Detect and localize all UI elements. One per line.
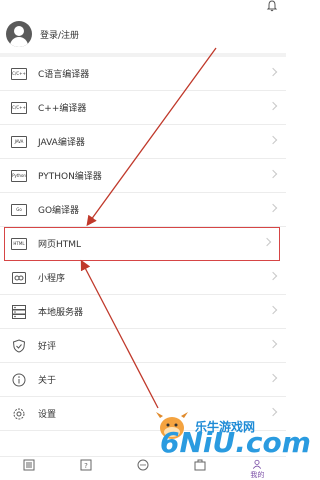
nav-item-mine[interactable]: 我的 bbox=[229, 457, 286, 480]
chevron-right-icon bbox=[268, 203, 278, 213]
menu-item-local-server[interactable]: 本地服务器 bbox=[0, 295, 286, 329]
nav-item-chat[interactable] bbox=[114, 457, 171, 480]
menu-item-python-compiler[interactable]: Python PYTHON编译器 bbox=[0, 159, 286, 193]
svg-text:?: ? bbox=[84, 462, 88, 470]
bell-icon[interactable] bbox=[266, 0, 278, 12]
menu-item-label: PYTHON编译器 bbox=[38, 172, 102, 182]
html-code-icon: HTML bbox=[11, 237, 27, 250]
menu-item-label: GO编译器 bbox=[38, 206, 80, 216]
server-icon bbox=[12, 304, 26, 319]
chevron-right-icon bbox=[268, 373, 278, 383]
chevron-right-icon bbox=[268, 271, 278, 281]
menu-item-label: 小程序 bbox=[38, 274, 66, 284]
menu-item-label: 好评 bbox=[38, 342, 57, 352]
chevron-right-icon bbox=[268, 135, 278, 145]
menu-item-label: C语言编译器 bbox=[38, 70, 90, 80]
chevron-right-icon bbox=[268, 339, 278, 349]
menu-item-cpp-compiler[interactable]: C/C++ C++编译器 bbox=[0, 91, 286, 125]
menu-item-about[interactable]: 关于 bbox=[0, 363, 286, 397]
menu-item-go-compiler[interactable]: Go GO编译器 bbox=[0, 193, 286, 227]
chevron-right-icon bbox=[268, 101, 278, 111]
menu-item-rate[interactable]: 好评 bbox=[0, 329, 286, 363]
briefcase-icon bbox=[194, 459, 206, 471]
menu-item-mini-program[interactable]: 小程序 bbox=[0, 261, 286, 295]
settings-menu: C/C++ C语言编译器 C/C++ C++编译器 JAVA JAVA编译器 P… bbox=[0, 57, 286, 431]
link-icon bbox=[12, 271, 26, 284]
bottom-nav: ? 我的 bbox=[0, 456, 286, 480]
python-code-icon: Python bbox=[11, 169, 27, 182]
chevron-right-icon bbox=[268, 305, 278, 315]
go-code-icon: Go bbox=[11, 203, 27, 216]
help-icon: ? bbox=[80, 459, 92, 471]
user-login-row[interactable]: 登录/注册 bbox=[0, 16, 286, 52]
chevron-right-icon bbox=[268, 169, 278, 179]
menu-item-html[interactable]: HTML 网页HTML bbox=[4, 227, 280, 261]
status-bar bbox=[0, 0, 286, 14]
menu-item-label: 网页HTML bbox=[38, 240, 82, 250]
info-icon bbox=[12, 373, 26, 386]
gear-icon bbox=[13, 408, 25, 419]
c-code-icon: C/C++ bbox=[11, 67, 27, 80]
java-code-icon: JAVA bbox=[11, 135, 27, 148]
nav-item-work[interactable] bbox=[172, 457, 229, 480]
shield-heart-icon bbox=[12, 338, 26, 353]
chevron-right-icon bbox=[268, 67, 278, 77]
menu-item-label: JAVA编译器 bbox=[38, 138, 85, 148]
list-icon bbox=[23, 459, 35, 471]
menu-item-label: 本地服务器 bbox=[38, 308, 84, 318]
nav-item-list[interactable] bbox=[0, 457, 57, 480]
cpp-code-icon: C/C++ bbox=[11, 101, 27, 114]
avatar[interactable] bbox=[6, 21, 32, 47]
login-register-link[interactable]: 登录/注册 bbox=[40, 28, 79, 41]
watermark-logo-text: 6NiU.com bbox=[160, 426, 311, 459]
person-icon bbox=[253, 459, 262, 469]
chat-icon bbox=[137, 459, 149, 471]
menu-item-label: C++编译器 bbox=[38, 104, 87, 114]
chevron-right-icon bbox=[262, 237, 272, 247]
menu-item-label: 设置 bbox=[38, 410, 57, 420]
menu-item-c-compiler[interactable]: C/C++ C语言编译器 bbox=[0, 57, 286, 91]
menu-item-java-compiler[interactable]: JAVA JAVA编译器 bbox=[0, 125, 286, 159]
menu-item-label: 关于 bbox=[38, 376, 57, 386]
nav-item-help[interactable]: ? bbox=[57, 457, 114, 480]
